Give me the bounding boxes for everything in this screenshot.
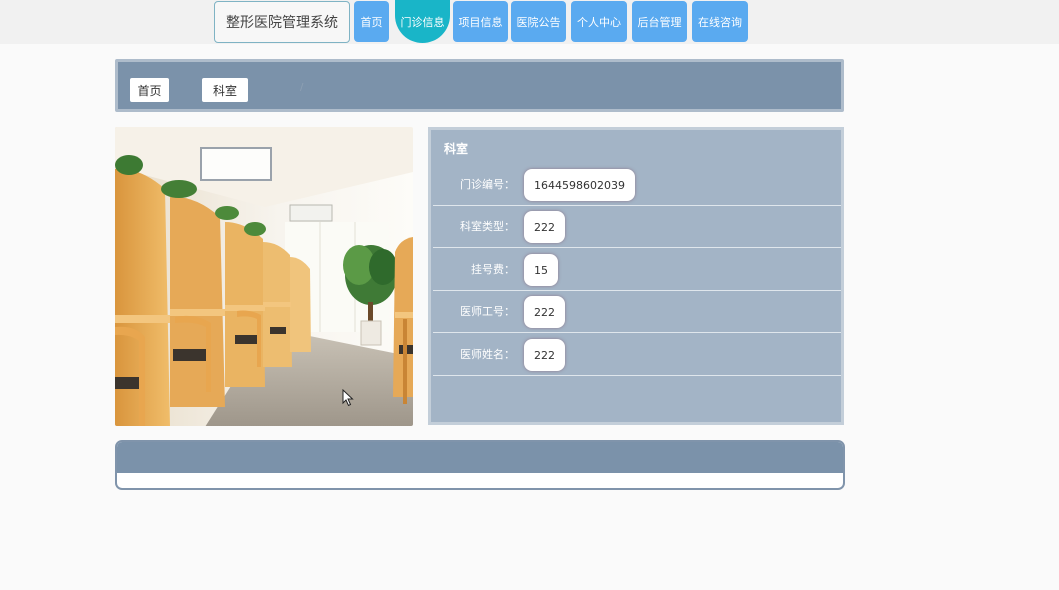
- breadcrumb-current: 科室: [202, 78, 248, 102]
- site-brand[interactable]: 整形医院管理系统: [214, 1, 350, 43]
- nav-online-consult[interactable]: 在线咨询: [692, 1, 748, 42]
- department-photo: [115, 127, 413, 426]
- detail-row-doctor-name: 医师姓名： 222: [433, 334, 841, 376]
- breadcrumb-home[interactable]: 首页: [130, 78, 169, 102]
- detail-row-clinic-number: 门诊编号： 1644598602039: [433, 164, 841, 206]
- study-room-illustration: [115, 127, 413, 426]
- field-label: 医师工号：: [460, 305, 515, 318]
- detail-row-doctor-id: 医师工号： 222: [433, 291, 841, 333]
- top-navigation-bar: 整形医院管理系统 首页 门诊信息 项目信息 医院公告 个人中心 后台管理 在线咨…: [0, 0, 1059, 44]
- detail-row-department-type: 科室类型： 222: [433, 206, 841, 248]
- detail-row-registration-fee: 挂号费： 15: [433, 249, 841, 291]
- field-label: 门诊编号：: [460, 178, 515, 191]
- field-label: 挂号费：: [471, 263, 515, 276]
- nav-hospital-notice[interactable]: 医院公告: [511, 1, 566, 42]
- department-type-value: 222: [524, 211, 565, 243]
- registration-fee-value: 15: [524, 254, 558, 286]
- nav-clinic-info[interactable]: 门诊信息: [395, 0, 450, 43]
- mouse-cursor-icon: [342, 389, 354, 407]
- doctor-id-value: 222: [524, 296, 565, 328]
- clinic-number-value: 1644598602039: [524, 169, 635, 201]
- nav-home[interactable]: 首页: [354, 1, 389, 42]
- nav-personal-center[interactable]: 个人中心: [571, 1, 627, 42]
- field-label: 医师姓名：: [460, 348, 515, 361]
- content-panel-header: [117, 442, 843, 473]
- content-panel: [115, 440, 845, 490]
- department-detail-panel: 科室 门诊编号： 1644598602039 科室类型： 222 挂号费： 15…: [428, 127, 844, 425]
- detail-title: 科室: [444, 142, 469, 156]
- field-label: 科室类型：: [460, 220, 515, 233]
- nav-project-info[interactable]: 项目信息: [453, 1, 508, 42]
- breadcrumb: 首页 / 科室: [115, 59, 844, 112]
- nav-admin[interactable]: 后台管理: [632, 1, 687, 42]
- breadcrumb-separator: /: [300, 82, 304, 93]
- doctor-name-value: 222: [524, 339, 565, 371]
